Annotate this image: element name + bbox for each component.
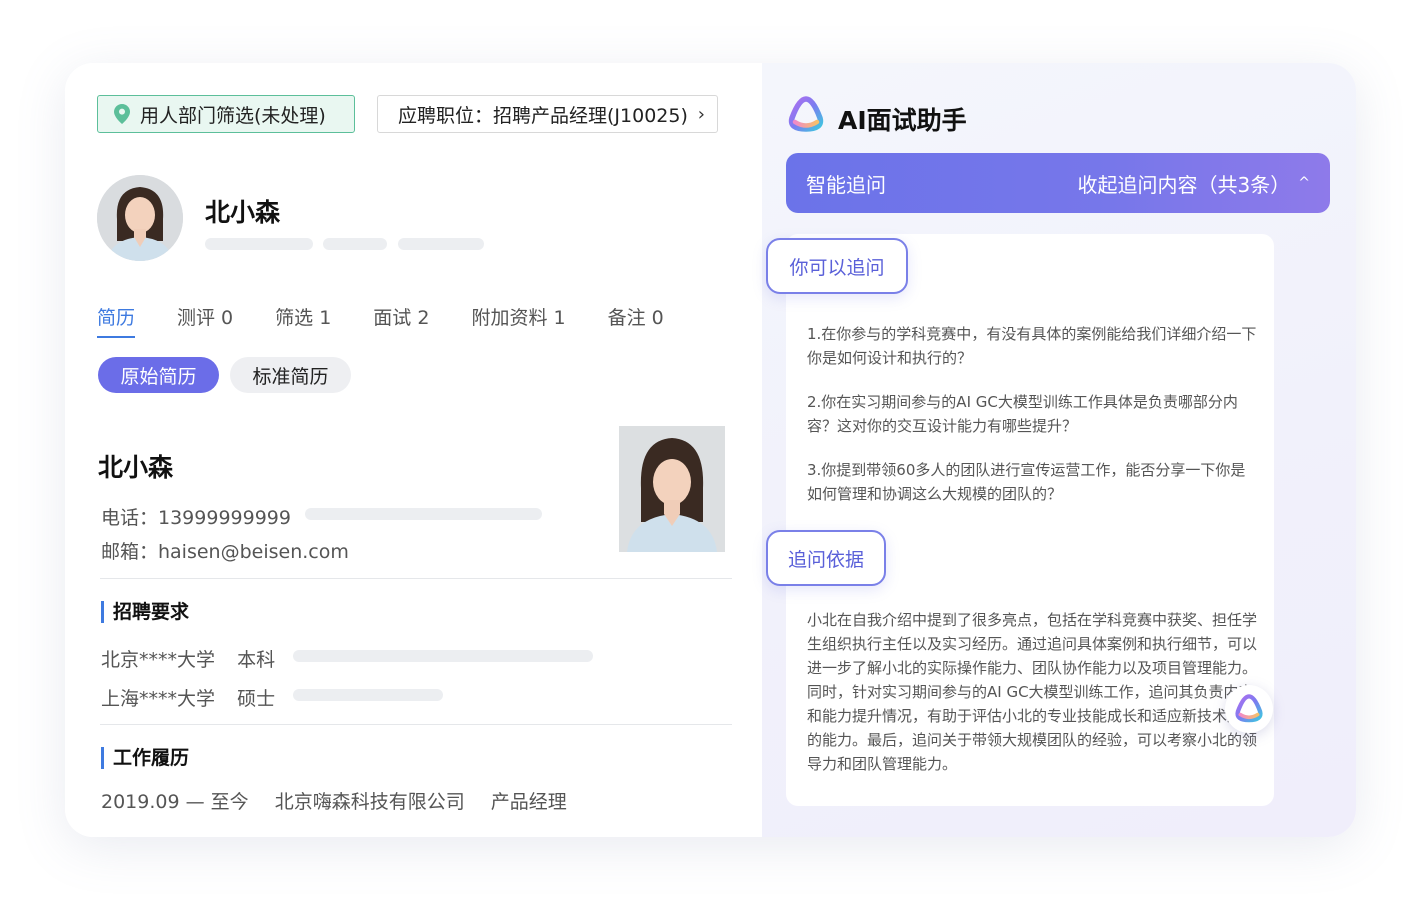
divider <box>100 578 732 579</box>
chevron-right-icon: › <box>697 104 705 125</box>
candidate-name: 北小森 <box>205 198 281 227</box>
tab-interview[interactable]: 面试 2 <box>373 303 429 338</box>
chevron-up-icon: ^ <box>1298 175 1310 191</box>
recruit-requirements-title: 招聘要求 <box>101 601 189 623</box>
resume-panel: 用人部门筛选(未处理) 应聘职位：招聘产品经理(J10025) › 北小森 简历… <box>65 63 762 837</box>
original-resume-button[interactable]: 原始简历 <box>98 357 219 393</box>
collapse-followups-button[interactable]: 收起追问内容（共3条） ^ <box>1078 169 1310 198</box>
tab-resume[interactable]: 简历 <box>97 303 136 338</box>
resume-photo <box>619 426 725 552</box>
work-history-title: 工作履历 <box>101 747 189 769</box>
avatar-portrait <box>97 175 183 261</box>
resume-name: 北小森 <box>98 453 174 482</box>
tab-assessment[interactable]: 测评 0 <box>177 303 233 338</box>
smart-followup-label: 智能追问 <box>806 172 886 197</box>
status-tag-label: 用人部门筛选(未处理) <box>140 104 326 127</box>
location-pin-icon <box>114 104 130 124</box>
status-tag[interactable]: 用人部门筛选(未处理) <box>97 95 355 133</box>
position-selector[interactable]: 应聘职位：招聘产品经理(J10025) › <box>377 95 718 133</box>
work-row: 2019.09 — 至今 北京嗨森科技有限公司 产品经理 <box>101 787 567 814</box>
placeholder-bar <box>293 650 593 662</box>
education-school: 上海****大学 <box>101 688 216 710</box>
work-period: 2019.09 — 至今 <box>101 791 249 813</box>
followup-basis-text: 小北在自我介绍中提到了很多亮点，包括在学科竞赛中获奖、担任学生组织执行主任以及实… <box>807 611 1258 773</box>
ai-panel-title: AI面试助手 <box>838 106 967 135</box>
placeholder-bar <box>398 238 484 250</box>
collapse-label: 收起追问内容（共3条） <box>1077 172 1291 197</box>
avatar <box>97 175 183 261</box>
education-school: 北京****大学 <box>101 649 216 671</box>
resume-portrait <box>619 426 725 552</box>
education-degree: 本科 <box>237 649 276 671</box>
email-line: 邮箱：haisen@beisen.com <box>101 541 349 563</box>
placeholder-bar <box>293 689 443 701</box>
placeholder-bar <box>205 238 313 250</box>
followup-badge: 你可以追问 <box>766 238 908 294</box>
followup-question-3: 3.你提到带领60多人的团队进行宣传运营工作，能否分享一下你是如何管理和协调这么… <box>807 461 1246 503</box>
tab-screening[interactable]: 筛选 1 <box>275 303 331 338</box>
placeholder-bar <box>305 508 542 520</box>
education-row-1: 北京****大学 本科 <box>101 645 275 672</box>
work-company: 北京嗨森科技有限公司 <box>274 791 465 813</box>
work-role: 产品经理 <box>490 791 567 813</box>
smart-followup-bar[interactable]: 智能追问 收起追问内容（共3条） ^ <box>786 153 1330 213</box>
placeholder-bar <box>323 238 387 250</box>
tab-attachments[interactable]: 附加资料 1 <box>471 303 565 338</box>
tab-notes[interactable]: 备注 0 <box>608 303 664 338</box>
standard-resume-button[interactable]: 标准简历 <box>230 357 351 393</box>
ai-assistant-float-button[interactable] <box>1225 685 1273 733</box>
ai-logo-icon <box>1235 694 1263 723</box>
education-degree: 硕士 <box>237 688 276 710</box>
followup-question-2: 2.你在实习期间参与的AI GC大模型训练工作具体是负责哪部分内容？这对你的交互… <box>807 393 1238 435</box>
basis-badge: 追问依据 <box>766 530 886 586</box>
resume-tabs: 简历 测评 0 筛选 1 面试 2 附加资料 1 备注 0 <box>97 303 706 338</box>
position-label: 应聘职位：招聘产品经理(J10025) <box>398 104 688 127</box>
followup-question-1: 1.在你参与的学科竞赛中，有没有具体的案例能给我们详细介绍一下你是如何设计和执行… <box>807 325 1257 367</box>
education-row-2: 上海****大学 硕士 <box>101 684 275 711</box>
ai-logo-icon <box>788 96 824 132</box>
candidate-card: 用人部门筛选(未处理) 应聘职位：招聘产品经理(J10025) › 北小森 简历… <box>65 63 1356 837</box>
phone-line: 电话：13999999999 <box>101 507 291 529</box>
divider <box>100 724 732 725</box>
